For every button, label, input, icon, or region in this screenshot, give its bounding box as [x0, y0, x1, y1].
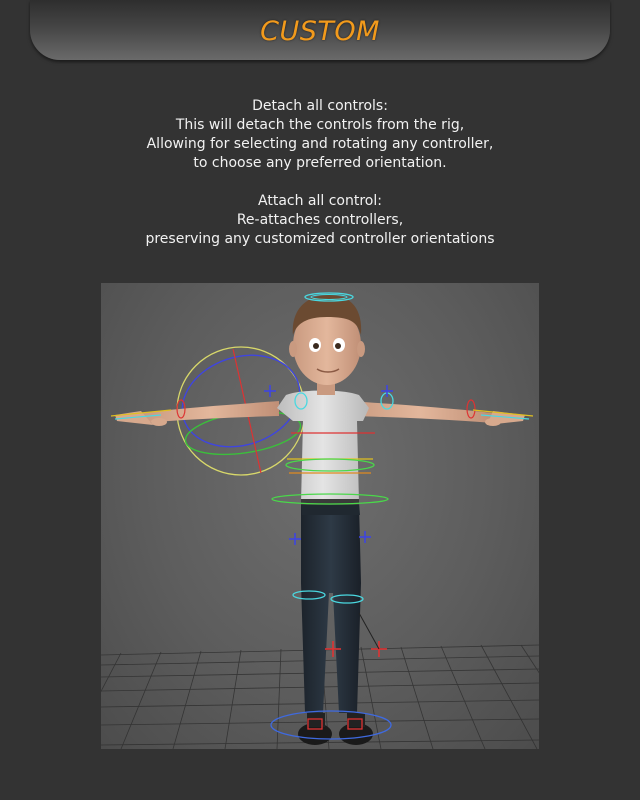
detach-line: This will detach the controls from the r… — [175, 117, 465, 133]
header-banner: CUSTOM — [30, 0, 610, 60]
rig-viewport-image — [101, 283, 539, 749]
page-title: CUSTOM — [260, 16, 380, 47]
legs — [301, 503, 361, 713]
detach-line: to choose any preferred orientation. — [193, 155, 447, 171]
rig-illustration — [101, 292, 539, 749]
attach-line: preserving any customized controller ori… — [145, 231, 495, 247]
detach-line: Allowing for selecting and rotating any … — [146, 136, 494, 152]
instructions-text: Detach all controls: This will detach th… — [0, 97, 640, 249]
detach-heading: Detach all controls: — [252, 98, 388, 114]
attach-heading: Attach all control: — [258, 193, 382, 209]
head — [289, 295, 365, 395]
attach-line: Re-attaches controllers, — [236, 212, 404, 228]
torso — [277, 390, 369, 505]
